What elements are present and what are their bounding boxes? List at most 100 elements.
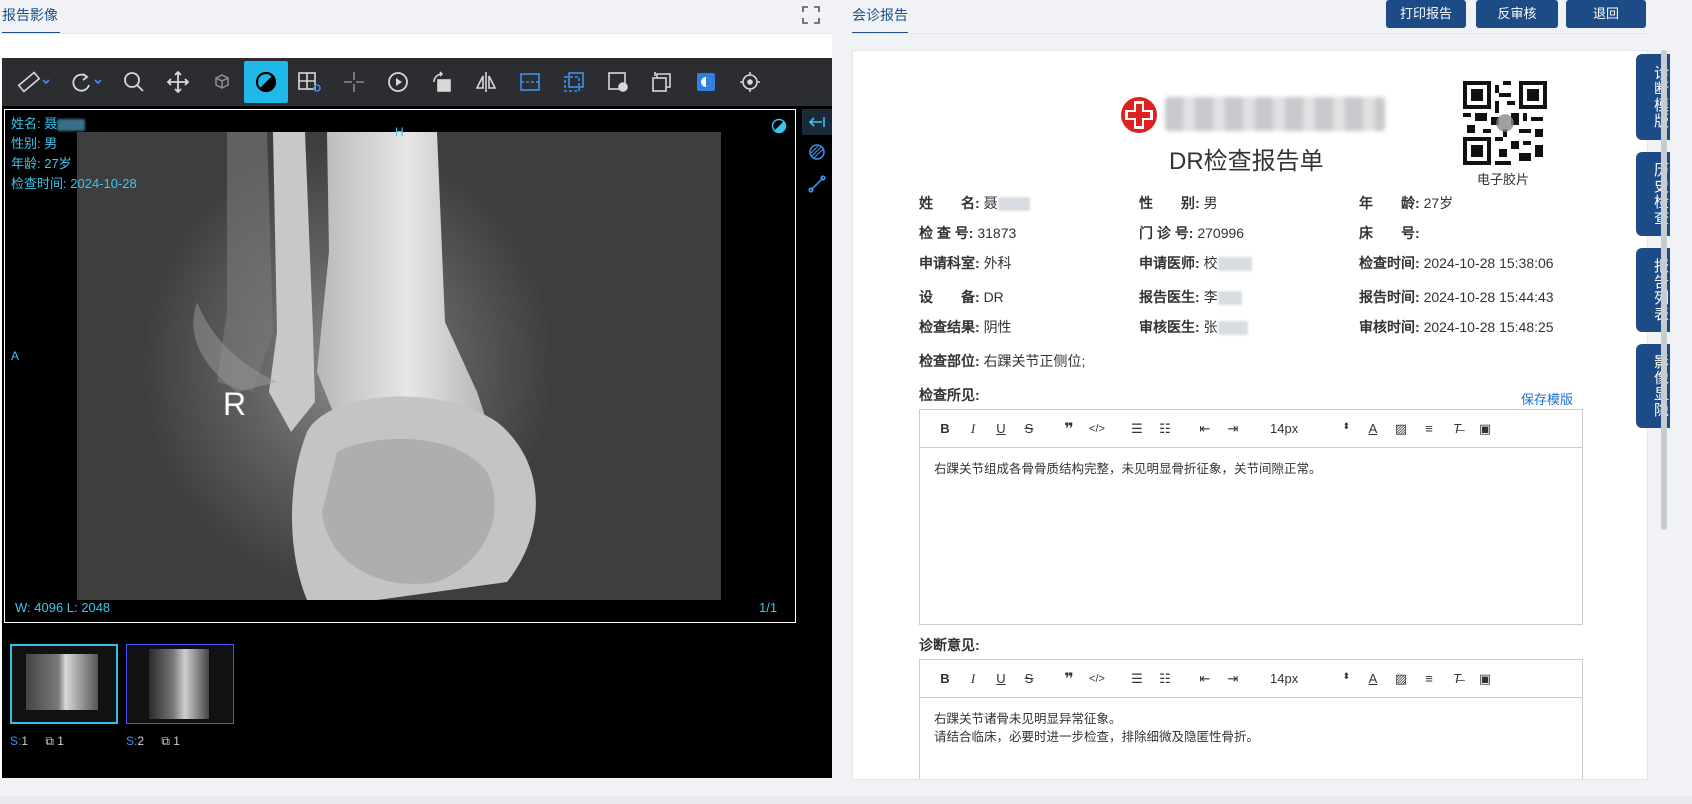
- field-dept: 申请科室: 外科: [919, 255, 1012, 271]
- color-mode-icon[interactable]: [684, 61, 728, 103]
- ordered-list-icon[interactable]: ☰: [1126, 671, 1148, 687]
- rotate-tool[interactable]: [60, 61, 112, 103]
- thumbnail-image: [149, 649, 209, 719]
- layout-grid-icon[interactable]: [288, 61, 332, 103]
- ruler-tool[interactable]: [8, 61, 60, 103]
- align-icon[interactable]: ≡: [1418, 421, 1440, 436]
- strikethrough-icon[interactable]: S: [1018, 421, 1040, 436]
- tab-consultation-report[interactable]: 会诊报告: [852, 0, 908, 34]
- back-button[interactable]: 退回: [1566, 0, 1646, 28]
- collapse-panel-icon[interactable]: [802, 109, 832, 135]
- code-icon[interactable]: </>: [1086, 673, 1108, 685]
- locate-icon[interactable]: [728, 61, 772, 103]
- indent-icon[interactable]: ⇥: [1222, 671, 1244, 687]
- flip-vertical-icon[interactable]: [508, 61, 552, 103]
- horizontal-scrollbar[interactable]: [0, 796, 1692, 804]
- field-name: 姓 名: 聂: [919, 193, 1030, 213]
- font-color-icon[interactable]: A: [1362, 671, 1384, 686]
- quote-icon[interactable]: ❞: [1058, 419, 1080, 439]
- viewer-toolbar: [2, 58, 832, 106]
- copies-icon: ⧉: [161, 734, 170, 748]
- pan-icon[interactable]: [156, 61, 200, 103]
- field-age: 年 龄: 27岁: [1359, 195, 1454, 211]
- qr-code[interactable]: [1463, 81, 1547, 165]
- reverse-audit-button[interactable]: 反审核: [1476, 0, 1558, 28]
- code-icon[interactable]: </>: [1086, 423, 1108, 435]
- line-measure-icon[interactable]: [802, 169, 832, 199]
- underline-icon[interactable]: U: [990, 671, 1012, 686]
- 3d-rotate-icon[interactable]: [200, 61, 244, 103]
- field-exam-time: 检查时间: 2024-10-28 15:38:06: [1359, 255, 1554, 271]
- font-color-icon[interactable]: A: [1362, 421, 1384, 436]
- field-clinic-no: 门 诊 号: 270996: [1139, 225, 1245, 241]
- background-color-icon[interactable]: ▨: [1390, 421, 1412, 437]
- flip-horizontal-icon[interactable]: [464, 61, 508, 103]
- bold-icon[interactable]: B: [934, 671, 956, 686]
- print-report-button[interactable]: 打印报告: [1386, 0, 1466, 28]
- fullscreen-icon[interactable]: [802, 6, 820, 24]
- diagnosis-editor: B I U S ❞ </> ☰ ☷ ⇤ ⇥ 14px ⬍ A ▨ ≡ T̶ ▣ …: [919, 659, 1583, 779]
- align-icon[interactable]: ≡: [1418, 671, 1440, 686]
- tab-report-image[interactable]: 报告影像: [2, 0, 60, 34]
- patient-sex-overlay: 性别: 男: [11, 136, 58, 151]
- image-icon[interactable]: ▣: [1474, 421, 1496, 437]
- report-scrollbar[interactable]: [1661, 50, 1667, 530]
- findings-content[interactable]: 右踝关节组成各骨骨质结构完整，未见明显骨折征象，关节间隙正常。: [920, 448, 1582, 490]
- field-audit-time: 审核时间: 2024-10-28 15:48:25: [1359, 319, 1554, 335]
- report-sheet: DR检查报告单 电子胶片 姓 名: 聂 性 别: 男 年 龄: 27岁 检 查 …: [852, 50, 1648, 780]
- rotate-image-icon[interactable]: [420, 61, 464, 103]
- bullet-list-icon[interactable]: ☷: [1154, 421, 1176, 437]
- patient-age-overlay: 年龄: 27岁: [11, 156, 72, 171]
- diagnosis-content[interactable]: 右踝关节诸骨未见明显异常征象。 请结合临床，必要时进一步检查，排除细微及隐匿性骨…: [920, 698, 1582, 758]
- quote-icon[interactable]: ❞: [1058, 669, 1080, 689]
- font-size-select[interactable]: 14px ⬍: [1270, 421, 1350, 436]
- findings-label: 检查所见:: [919, 387, 980, 403]
- field-report-doctor: 报告医生: 李: [1139, 287, 1242, 307]
- field-result: 检查结果: 阴性: [919, 319, 1012, 335]
- save-template-link[interactable]: 保存模版: [1521, 389, 1573, 408]
- strikethrough-icon[interactable]: S: [1018, 671, 1040, 686]
- image-viewer: 姓名: 聂 性别: 男 年龄: 27岁 检查时间: 2024-10-28 H A…: [2, 58, 832, 778]
- report-title: DR检查报告单: [1169, 148, 1324, 175]
- thumbnail-info-1: S:1 ⧉ 1: [10, 734, 64, 748]
- underline-icon[interactable]: U: [990, 421, 1012, 436]
- bullet-list-icon[interactable]: ☷: [1154, 671, 1176, 687]
- indent-icon[interactable]: ⇥: [1222, 421, 1244, 437]
- orientation-top: H: [395, 125, 404, 139]
- image-icon[interactable]: ▣: [1474, 671, 1496, 687]
- ordered-list-icon[interactable]: ☰: [1126, 421, 1148, 437]
- image-viewport[interactable]: 姓名: 聂 性别: 男 年龄: 27岁 检查时间: 2024-10-28 H A…: [4, 109, 796, 623]
- window-level-icon[interactable]: [244, 61, 288, 103]
- diagnosis-editor-toolbar: B I U S ❞ </> ☰ ☷ ⇤ ⇥ 14px ⬍ A ▨ ≡ T̶ ▣: [920, 660, 1582, 698]
- red-cross-logo-icon: [1119, 95, 1159, 138]
- select-region-icon[interactable]: [552, 61, 596, 103]
- app-root: 报告影像 会诊报告 打印报告 反审核 退回 姓名: 聂 性别: 男 年龄: 27…: [0, 0, 1692, 804]
- outdent-icon[interactable]: ⇤: [1194, 671, 1216, 687]
- viewer-side-tools: [802, 109, 832, 209]
- field-device: 设 备: DR: [919, 289, 1004, 305]
- outdent-icon[interactable]: ⇤: [1194, 421, 1216, 437]
- thumbnail-info-2: S:2 ⧉ 1: [126, 734, 180, 748]
- clear-format-icon[interactable]: T̶: [1446, 421, 1468, 436]
- play-icon[interactable]: [376, 61, 420, 103]
- font-size-select[interactable]: 14px ⬍: [1270, 671, 1350, 686]
- invert-icon[interactable]: [596, 61, 640, 103]
- thumbnail-series-2[interactable]: [126, 644, 234, 724]
- xray-image: [77, 132, 721, 600]
- qr-caption: 电子胶片: [1477, 172, 1530, 187]
- background-color-icon[interactable]: ▨: [1390, 671, 1412, 687]
- field-exam-part: 检查部位: 右踝关节正侧位;: [919, 353, 1086, 369]
- findings-editor: B I U S ❞ </> ☰ ☷ ⇤ ⇥ 14px ⬍ A ▨ ≡ T̶ ▣ …: [919, 409, 1583, 625]
- field-audit-doctor: 审核医生: 张: [1139, 317, 1248, 337]
- hatch-mask-icon[interactable]: [802, 135, 832, 169]
- frame-counter: 1/1: [759, 600, 778, 615]
- italic-icon[interactable]: I: [962, 671, 984, 687]
- crosshair-line-icon[interactable]: [332, 61, 376, 103]
- patient-name-overlay: 姓名: 聂: [11, 114, 86, 134]
- zoom-icon[interactable]: [112, 61, 156, 103]
- italic-icon[interactable]: I: [962, 421, 984, 437]
- bold-icon[interactable]: B: [934, 421, 956, 436]
- clear-format-icon[interactable]: T̶: [1446, 671, 1468, 686]
- thumbnail-series-1[interactable]: [10, 644, 118, 724]
- stack-icon[interactable]: [640, 61, 684, 103]
